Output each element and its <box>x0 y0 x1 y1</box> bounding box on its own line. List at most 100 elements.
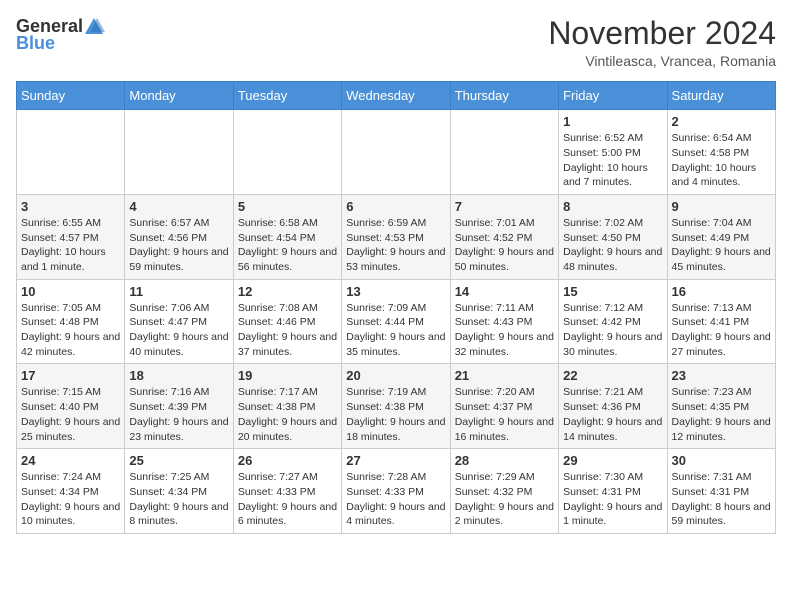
day-number: 19 <box>238 368 337 383</box>
day-number: 7 <box>455 199 554 214</box>
day-info: Sunrise: 7:11 AM Sunset: 4:43 PM Dayligh… <box>455 301 554 360</box>
day-number: 18 <box>129 368 228 383</box>
day-info: Sunrise: 6:59 AM Sunset: 4:53 PM Dayligh… <box>346 216 445 275</box>
day-info: Sunrise: 7:27 AM Sunset: 4:33 PM Dayligh… <box>238 470 337 529</box>
day-number: 23 <box>672 368 771 383</box>
calendar-day-cell: 6 Sunrise: 6:59 AM Sunset: 4:53 PM Daylig… <box>342 194 450 279</box>
calendar-day-cell: 1 Sunrise: 6:52 AM Sunset: 5:00 PM Daylig… <box>559 110 667 195</box>
day-number: 17 <box>21 368 120 383</box>
calendar-day-cell: 28 Sunrise: 7:29 AM Sunset: 4:32 PM Dayli… <box>450 449 558 534</box>
day-info: Sunrise: 7:23 AM Sunset: 4:35 PM Dayligh… <box>672 385 771 444</box>
calendar-day-cell <box>450 110 558 195</box>
weekday-header-cell: Friday <box>559 82 667 110</box>
calendar-day-cell: 3 Sunrise: 6:55 AM Sunset: 4:57 PM Daylig… <box>17 194 125 279</box>
day-number: 30 <box>672 453 771 468</box>
calendar-week-row: 10 Sunrise: 7:05 AM Sunset: 4:48 PM Dayli… <box>17 279 776 364</box>
calendar-day-cell: 25Sunrise: 7:25 AM Sunset: 4:34 PM Dayli… <box>125 449 233 534</box>
day-info: Sunrise: 7:25 AM Sunset: 4:34 PM Dayligh… <box>129 470 228 529</box>
day-info: Sunrise: 7:02 AM Sunset: 4:50 PM Dayligh… <box>563 216 662 275</box>
day-number: 21 <box>455 368 554 383</box>
calendar-day-cell: 21Sunrise: 7:20 AM Sunset: 4:37 PM Dayli… <box>450 364 558 449</box>
day-info: Sunrise: 7:31 AM Sunset: 4:31 PM Dayligh… <box>672 470 771 529</box>
day-number: 3 <box>21 199 120 214</box>
day-number: 6 <box>346 199 445 214</box>
day-info: Sunrise: 7:19 AM Sunset: 4:38 PM Dayligh… <box>346 385 445 444</box>
calendar-week-row: 17 Sunrise: 7:15 AM Sunset: 4:40 PM Dayli… <box>17 364 776 449</box>
calendar-day-cell: 19 Sunrise: 7:17 AM Sunset: 4:38 PM Dayli… <box>233 364 341 449</box>
day-number: 5 <box>238 199 337 214</box>
day-number: 22 <box>563 368 662 383</box>
calendar-day-cell <box>342 110 450 195</box>
day-info: Sunrise: 6:57 AM Sunset: 4:56 PM Dayligh… <box>129 216 228 275</box>
day-number: 9 <box>672 199 771 214</box>
calendar-week-row: 24 Sunrise: 7:24 AM Sunset: 4:34 PM Dayli… <box>17 449 776 534</box>
day-info: Sunrise: 7:09 AM Sunset: 4:44 PM Dayligh… <box>346 301 445 360</box>
day-info: Sunrise: 7:29 AM Sunset: 4:32 PM Dayligh… <box>455 470 554 529</box>
day-number: 12 <box>238 284 337 299</box>
calendar-day-cell: 20 Sunrise: 7:19 AM Sunset: 4:38 PM Dayli… <box>342 364 450 449</box>
day-info: Sunrise: 7:01 AM Sunset: 4:52 PM Dayligh… <box>455 216 554 275</box>
calendar-body: 1 Sunrise: 6:52 AM Sunset: 5:00 PM Daylig… <box>17 110 776 534</box>
day-info: Sunrise: 7:08 AM Sunset: 4:46 PM Dayligh… <box>238 301 337 360</box>
day-number: 4 <box>129 199 228 214</box>
calendar-day-cell: 15Sunrise: 7:12 AM Sunset: 4:42 PM Dayli… <box>559 279 667 364</box>
day-number: 1 <box>563 114 662 129</box>
calendar-day-cell: 13 Sunrise: 7:09 AM Sunset: 4:44 PM Dayli… <box>342 279 450 364</box>
calendar-day-cell: 9Sunrise: 7:04 AM Sunset: 4:49 PM Daylig… <box>667 194 775 279</box>
day-info: Sunrise: 6:52 AM Sunset: 5:00 PM Dayligh… <box>563 131 662 190</box>
day-number: 27 <box>346 453 445 468</box>
calendar-day-cell: 7 Sunrise: 7:01 AM Sunset: 4:52 PM Daylig… <box>450 194 558 279</box>
calendar-day-cell <box>233 110 341 195</box>
header: General Blue November 2024 Vintileasca, … <box>16 16 776 69</box>
day-number: 26 <box>238 453 337 468</box>
calendar-day-cell <box>125 110 233 195</box>
day-info: Sunrise: 7:17 AM Sunset: 4:38 PM Dayligh… <box>238 385 337 444</box>
logo-icon <box>83 16 105 38</box>
day-number: 11 <box>129 284 228 299</box>
weekday-header-cell: Wednesday <box>342 82 450 110</box>
calendar-day-cell: 5 Sunrise: 6:58 AM Sunset: 4:54 PM Daylig… <box>233 194 341 279</box>
calendar-day-cell: 26 Sunrise: 7:27 AM Sunset: 4:33 PM Dayli… <box>233 449 341 534</box>
calendar-day-cell: 18 Sunrise: 7:16 AM Sunset: 4:39 PM Dayli… <box>125 364 233 449</box>
day-number: 8 <box>563 199 662 214</box>
day-info: Sunrise: 7:21 AM Sunset: 4:36 PM Dayligh… <box>563 385 662 444</box>
calendar-day-cell: 30 Sunrise: 7:31 AM Sunset: 4:31 PM Dayli… <box>667 449 775 534</box>
day-number: 28 <box>455 453 554 468</box>
day-info: Sunrise: 7:28 AM Sunset: 4:33 PM Dayligh… <box>346 470 445 529</box>
day-info: Sunrise: 6:55 AM Sunset: 4:57 PM Dayligh… <box>21 216 120 275</box>
day-info: Sunrise: 7:15 AM Sunset: 4:40 PM Dayligh… <box>21 385 120 444</box>
weekday-header-cell: Sunday <box>17 82 125 110</box>
day-info: Sunrise: 7:24 AM Sunset: 4:34 PM Dayligh… <box>21 470 120 529</box>
day-info: Sunrise: 7:06 AM Sunset: 4:47 PM Dayligh… <box>129 301 228 360</box>
day-number: 20 <box>346 368 445 383</box>
day-number: 29 <box>563 453 662 468</box>
day-info: Sunrise: 7:05 AM Sunset: 4:48 PM Dayligh… <box>21 301 120 360</box>
calendar-day-cell: 27 Sunrise: 7:28 AM Sunset: 4:33 PM Dayli… <box>342 449 450 534</box>
weekday-header-cell: Saturday <box>667 82 775 110</box>
day-info: Sunrise: 7:16 AM Sunset: 4:39 PM Dayligh… <box>129 385 228 444</box>
month-title: November 2024 <box>548 16 776 51</box>
day-number: 10 <box>21 284 120 299</box>
calendar-day-cell: 2 Sunrise: 6:54 AM Sunset: 4:58 PM Daylig… <box>667 110 775 195</box>
day-number: 24 <box>21 453 120 468</box>
logo: General Blue <box>16 16 105 54</box>
day-number: 2 <box>672 114 771 129</box>
weekday-header-cell: Thursday <box>450 82 558 110</box>
calendar-day-cell: 14Sunrise: 7:11 AM Sunset: 4:43 PM Dayli… <box>450 279 558 364</box>
calendar-day-cell: 23 Sunrise: 7:23 AM Sunset: 4:35 PM Dayli… <box>667 364 775 449</box>
weekday-header-cell: Tuesday <box>233 82 341 110</box>
calendar-day-cell: 29Sunrise: 7:30 AM Sunset: 4:31 PM Dayli… <box>559 449 667 534</box>
weekday-header: SundayMondayTuesdayWednesdayThursdayFrid… <box>17 82 776 110</box>
calendar-day-cell: 17 Sunrise: 7:15 AM Sunset: 4:40 PM Dayli… <box>17 364 125 449</box>
day-info: Sunrise: 7:12 AM Sunset: 4:42 PM Dayligh… <box>563 301 662 360</box>
calendar-day-cell: 22 Sunrise: 7:21 AM Sunset: 4:36 PM Dayli… <box>559 364 667 449</box>
calendar-week-row: 3 Sunrise: 6:55 AM Sunset: 4:57 PM Daylig… <box>17 194 776 279</box>
calendar-day-cell: 11 Sunrise: 7:06 AM Sunset: 4:47 PM Dayli… <box>125 279 233 364</box>
calendar-day-cell: 24 Sunrise: 7:24 AM Sunset: 4:34 PM Dayli… <box>17 449 125 534</box>
calendar-day-cell: 16 Sunrise: 7:13 AM Sunset: 4:41 PM Dayli… <box>667 279 775 364</box>
day-info: Sunrise: 6:54 AM Sunset: 4:58 PM Dayligh… <box>672 131 771 190</box>
day-info: Sunrise: 6:58 AM Sunset: 4:54 PM Dayligh… <box>238 216 337 275</box>
day-info: Sunrise: 7:13 AM Sunset: 4:41 PM Dayligh… <box>672 301 771 360</box>
day-number: 16 <box>672 284 771 299</box>
day-number: 13 <box>346 284 445 299</box>
